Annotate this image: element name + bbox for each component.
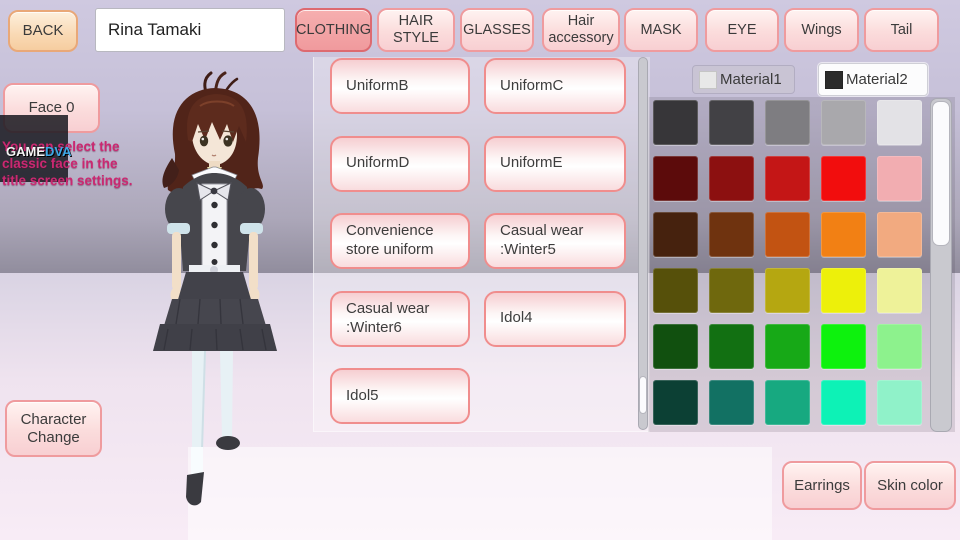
color-swatch-r2c3[interactable] (765, 156, 810, 201)
clothing-item-uniforme[interactable]: UniformE (484, 135, 626, 192)
watermark-caption-line: title screen settings. (2, 173, 133, 188)
material-tab-label: Material2 (846, 71, 908, 88)
color-swatch-r2c5[interactable] (877, 156, 922, 201)
character-editor-screen: BACK CLOTHINGHAIR STYLEGLASSESHair acces… (0, 0, 960, 540)
color-swatch-r1c3[interactable] (765, 100, 810, 145)
tab-clothing[interactable]: CLOTHING (295, 8, 372, 52)
tab-wings[interactable]: Wings (784, 8, 859, 52)
color-swatch-r2c4[interactable] (821, 156, 866, 201)
color-swatch-r2c2[interactable] (709, 156, 754, 201)
gamedva-logo-dva: DVA (45, 144, 72, 159)
clothing-item-uniformb[interactable]: UniformB (330, 58, 470, 114)
color-swatch-r1c1[interactable] (653, 100, 698, 145)
material-tab-label: Material1 (720, 71, 782, 88)
color-swatch-r3c3[interactable] (765, 212, 810, 257)
material-tab-material1[interactable]: Material1 (692, 65, 795, 94)
color-swatch-r1c5[interactable] (877, 100, 922, 145)
color-swatch-r6c3[interactable] (765, 380, 810, 425)
color-swatch-r4c2[interactable] (709, 268, 754, 313)
color-swatch-r1c2[interactable] (709, 100, 754, 145)
color-swatch-r6c4[interactable] (821, 380, 866, 425)
color-swatch-r5c1[interactable] (653, 324, 698, 369)
color-swatch-r1c4[interactable] (821, 100, 866, 145)
color-swatch-r5c4[interactable] (821, 324, 866, 369)
clothing-list-scrollbar[interactable] (638, 57, 648, 430)
material-swatch-icon (825, 70, 843, 89)
character-name-input[interactable] (95, 8, 285, 52)
color-swatch-r3c1[interactable] (653, 212, 698, 257)
clothing-item-casual-wear-winter5[interactable]: Casual wear :Winter5 (484, 213, 626, 269)
clothing-item-idol5[interactable]: Idol5 (330, 368, 470, 424)
color-swatch-r6c5[interactable] (877, 380, 922, 425)
character-change-button[interactable]: Character Change (5, 400, 102, 457)
color-swatch-r2c1[interactable] (653, 156, 698, 201)
color-swatch-r5c2[interactable] (709, 324, 754, 369)
palette-scrollbar-thumb[interactable] (932, 101, 950, 246)
color-swatch-r3c5[interactable] (877, 212, 922, 257)
back-button[interactable]: BACK (8, 10, 78, 52)
gamedva-logo: GAMEDVA (6, 144, 71, 160)
tab-mask[interactable]: MASK (624, 8, 698, 52)
color-swatch-r3c2[interactable] (709, 212, 754, 257)
color-swatch-r5c3[interactable] (765, 324, 810, 369)
tab-hair-style[interactable]: HAIR STYLE (377, 8, 455, 52)
color-palette-panel (648, 97, 955, 432)
clothing-item-casual-wear-winter6[interactable]: Casual wear :Winter6 (330, 290, 470, 347)
color-swatch-r6c1[interactable] (653, 380, 698, 425)
color-swatch-r4c1[interactable] (653, 268, 698, 313)
color-swatch-r6c2[interactable] (709, 380, 754, 425)
color-swatch-r4c5[interactable] (877, 268, 922, 313)
color-swatch-r4c4[interactable] (821, 268, 866, 313)
clothing-item-uniformc[interactable]: UniformC (484, 58, 626, 114)
clothing-item-idol4[interactable]: Idol4 (484, 290, 626, 347)
earrings-button[interactable]: Earrings (782, 461, 862, 510)
color-swatch-r3c4[interactable] (821, 212, 866, 257)
clothing-item-uniformd[interactable]: UniformD (330, 135, 470, 192)
material-tab-material2[interactable]: Material2 (818, 63, 928, 96)
color-swatch-r4c3[interactable] (765, 268, 810, 313)
skin-color-button[interactable]: Skin color (864, 461, 956, 510)
tab-glasses[interactable]: GLASSES (460, 8, 534, 52)
tab-hair-accessory[interactable]: Hair accessory (542, 8, 620, 52)
palette-scrollbar[interactable] (930, 98, 952, 432)
tab-eye[interactable]: EYE (705, 8, 779, 52)
tab-tail[interactable]: Tail (864, 8, 939, 52)
material-swatch-icon (699, 70, 717, 89)
color-swatch-r5c5[interactable] (877, 324, 922, 369)
gamedva-logo-game: GAME (6, 144, 45, 159)
clothing-list-panel: UniformB UniformC UniformD UniformE Convenie… (313, 57, 650, 432)
clothing-item-convenience-store-uniform[interactable]: Convenience store uniform (330, 213, 470, 269)
character-model (153, 71, 277, 506)
clothing-list-scrollbar-thumb[interactable] (639, 376, 647, 414)
